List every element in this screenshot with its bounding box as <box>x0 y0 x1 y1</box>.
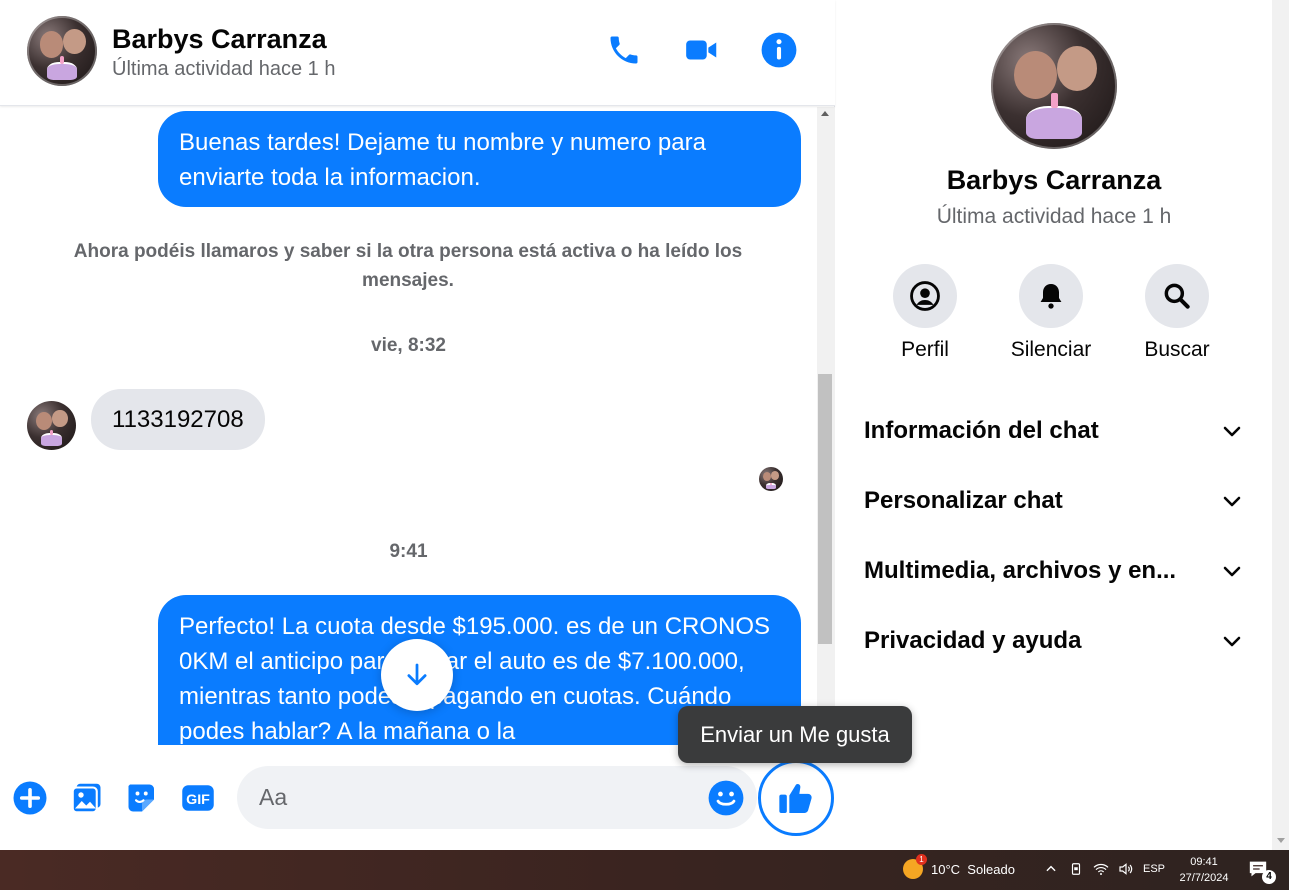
weather-text: 10°C Soleado <box>931 861 1015 877</box>
privacy-help-section[interactable]: Privacidad y ayuda <box>864 616 1244 666</box>
system-tray: ESP <box>1043 861 1165 877</box>
send-like-button[interactable] <box>758 760 834 836</box>
customize-chat-section[interactable]: Personalizar chat <box>864 476 1244 526</box>
incoming-message[interactable]: 1133192708 <box>91 389 265 450</box>
message-scrollbar[interactable] <box>817 107 835 745</box>
wifi-icon[interactable] <box>1093 861 1109 877</box>
profile-status: Última actividad hace 1 h <box>936 205 1172 228</box>
language-indicator[interactable]: ESP <box>1143 863 1165 875</box>
sun-icon: 1 <box>903 854 927 879</box>
chevron-down-icon <box>1223 636 1241 647</box>
notification-count: 4 <box>1262 870 1276 884</box>
message-timestamp: 9:41 <box>389 541 428 562</box>
section-label: Privacidad y ayuda <box>864 627 1082 654</box>
profile-action-button[interactable]: Perfil <box>860 264 990 362</box>
thumbs-up-icon <box>779 783 812 813</box>
chevron-down-icon <box>1223 426 1241 437</box>
scroll-up-arrow-icon[interactable] <box>821 111 829 116</box>
notifications-button[interactable]: 4 <box>1248 860 1276 884</box>
smiley-icon <box>708 780 744 816</box>
svg-text:GIF: GIF <box>186 792 210 808</box>
media-files-section[interactable]: Multimedia, archivos y en... <box>864 546 1244 596</box>
volume-icon[interactable] <box>1118 861 1134 877</box>
more-actions-button[interactable] <box>12 780 48 816</box>
device-icon[interactable] <box>1068 861 1084 877</box>
chevron-down-icon <box>1223 496 1241 507</box>
clock-date: 27/7/2024 <box>1179 872 1229 884</box>
weather-widget[interactable]: 1 10°C Soleado <box>903 854 1015 879</box>
like-tooltip: Enviar un Me gusta <box>678 706 912 763</box>
user-circle-icon <box>910 281 940 311</box>
contact-name[interactable]: Barbys Carranza <box>112 24 327 55</box>
messenger-window: Barbys Carranza Última actividad hace 1 … <box>0 0 1289 850</box>
read-receipt-avatar <box>759 467 783 491</box>
scroll-down-arrow-icon[interactable] <box>1277 838 1285 843</box>
details-scrollbar[interactable] <box>1272 0 1289 850</box>
gif-icon: GIF <box>182 785 214 811</box>
message-input[interactable] <box>237 766 697 829</box>
section-label: Personalizar chat <box>864 487 1063 514</box>
clock[interactable]: 09:41 27/7/2024 <box>1172 854 1236 886</box>
contact-status: Última actividad hace 1 h <box>112 58 336 80</box>
audio-call-button[interactable] <box>604 30 644 70</box>
profile-picture[interactable] <box>991 23 1117 149</box>
sender-avatar[interactable] <box>27 401 76 450</box>
emoji-button[interactable] <box>707 779 745 817</box>
chevron-up-icon[interactable] <box>1043 861 1059 877</box>
section-label: Multimedia, archivos y en... <box>864 557 1177 584</box>
windows-taskbar: 1 10°C Soleado ESP 09:41 27/7/2024 4 <box>0 850 1289 890</box>
profile-name: Barbys Carranza <box>946 165 1162 195</box>
section-label: Información del chat <box>864 417 1099 444</box>
search-action-label: Buscar <box>1144 338 1210 361</box>
video-camera-icon <box>686 40 717 60</box>
message-timestamp: vie, 8:32 <box>371 335 446 356</box>
profile-action-label: Perfil <box>901 338 949 361</box>
photo-icon <box>71 783 101 814</box>
contact-avatar[interactable] <box>27 16 97 86</box>
clock-time: 09:41 <box>1190 856 1218 868</box>
scroll-to-bottom-button[interactable] <box>381 639 453 711</box>
plus-circle-icon <box>13 781 47 815</box>
search-icon <box>1164 283 1190 309</box>
gif-button[interactable]: GIF <box>180 780 216 816</box>
chat-info-section[interactable]: Información del chat <box>864 406 1244 456</box>
phone-icon <box>610 36 638 64</box>
search-action-button[interactable]: Buscar <box>1112 264 1242 362</box>
mute-action-label: Silenciar <box>1010 338 1092 361</box>
chevron-down-icon <box>1223 566 1241 577</box>
info-icon <box>761 32 797 68</box>
message-input-wrapper <box>237 766 757 829</box>
bell-icon <box>1040 284 1062 309</box>
mute-action-button[interactable]: Silenciar <box>986 264 1116 362</box>
system-notice: Ahora podéis llamaros y saber si la otra… <box>73 241 743 291</box>
attach-photo-button[interactable] <box>69 780 105 816</box>
outgoing-message[interactable]: Buenas tardes! Dejame tu nombre y numero… <box>158 111 801 207</box>
weather-badge: 1 <box>916 854 927 865</box>
scroll-thumb[interactable] <box>818 374 832 644</box>
video-call-button[interactable] <box>682 30 722 70</box>
chat-header: Barbys Carranza Última actividad hace 1 … <box>0 0 835 106</box>
arrow-down-icon <box>407 663 427 686</box>
sticker-icon <box>128 784 154 812</box>
sticker-button[interactable] <box>124 780 160 816</box>
conversation-info-button[interactable] <box>759 30 799 70</box>
